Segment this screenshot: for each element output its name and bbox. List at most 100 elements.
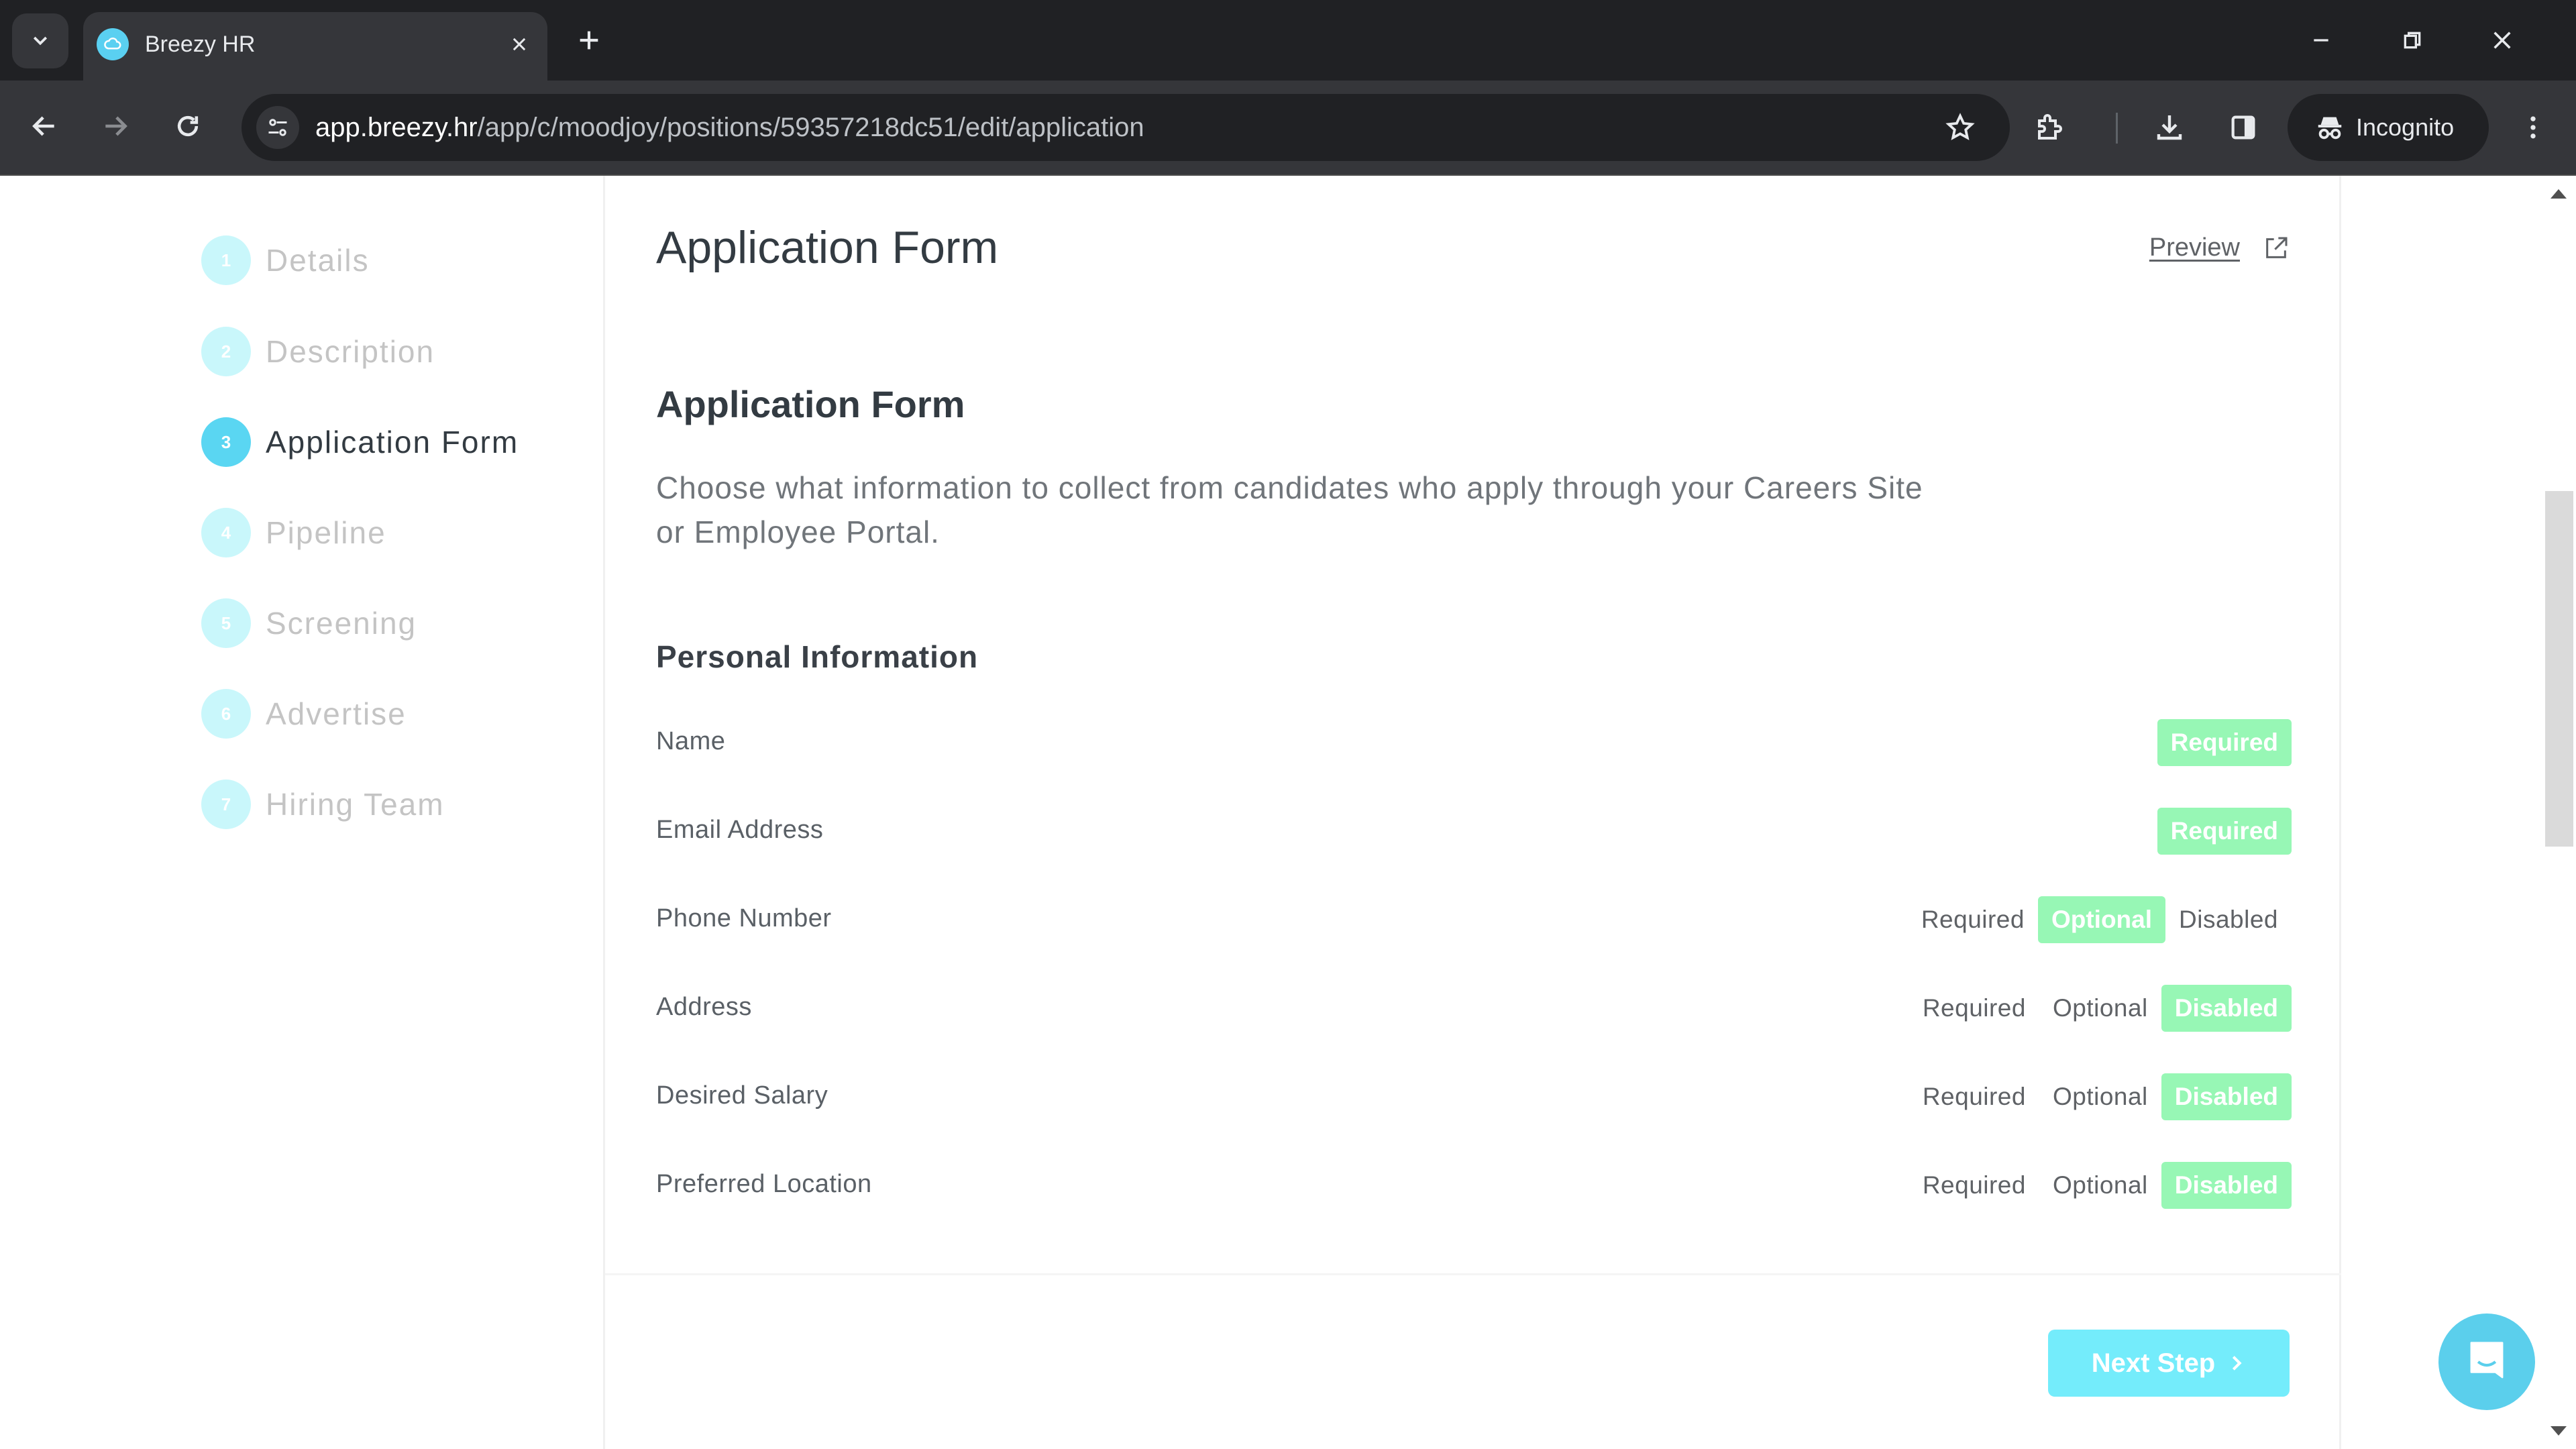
step-application-form[interactable]: 3 Application Form [201,415,519,469]
step-label: Pipeline [266,515,386,550]
incognito-icon [2318,117,2342,140]
url-host: app.breezy.hr [315,113,478,142]
option-disabled[interactable]: Disabled [2161,1162,2292,1209]
field-label: Desired Salary [656,1081,828,1110]
option-required[interactable]: Required [2157,808,2292,855]
option-optional[interactable]: Optional [2039,1162,2161,1209]
side-panel-button[interactable] [2218,102,2269,153]
option-optional[interactable]: Optional [2039,985,2161,1032]
option-disabled[interactable]: Disabled [2161,1073,2292,1120]
option-required[interactable]: Required [1909,985,2039,1032]
restore-icon [2404,32,2421,49]
chevron-right-icon [2233,1356,2242,1371]
step-label: Details [266,243,370,278]
step-description[interactable]: 2 Description [201,325,435,378]
chat-bubble-icon [2470,1342,2504,1379]
back-button[interactable] [17,99,71,153]
new-tab-button[interactable] [570,21,608,59]
option-optional[interactable]: Optional [2039,1073,2161,1120]
download-icon [2157,115,2182,140]
requirement-toggle: Required [2157,808,2292,855]
scroll-up-arrow[interactable] [2551,189,2567,199]
url-path: /app/c/moodjoy/positions/59357218dc51/ed… [477,113,1144,142]
step-number-badge: 7 [201,780,251,829]
step-advertise[interactable]: 6 Advertise [201,687,407,741]
plus-icon [580,31,598,50]
application-form-content: Application Form Preview Application For… [605,176,2341,1449]
step-label: Hiring Team [266,787,445,822]
incognito-indicator[interactable]: Incognito [2288,94,2489,161]
requirement-toggle: Required Optional Disabled [1908,896,2292,943]
step-number-badge: 5 [201,598,251,648]
site-info-button[interactable] [256,106,299,149]
step-label: Description [266,334,435,369]
arrow-left-icon [32,116,54,136]
requirement-toggle: Required Optional Disabled [1909,1073,2292,1120]
page-scrollbar[interactable] [2542,176,2576,1449]
close-icon [513,38,526,51]
step-number-badge: 6 [201,689,251,739]
step-details[interactable]: 1 Details [201,233,370,287]
field-row-name: Name Required [656,716,2292,770]
close-tab-button[interactable] [503,28,535,60]
tune-icon [268,119,287,136]
chat-widget-button[interactable] [2438,1313,2535,1410]
option-disabled[interactable]: Disabled [2161,985,2292,1032]
tab-title: Breezy HR [145,32,256,57]
preview-label: Preview [2149,233,2240,262]
field-row-address: Address Required Optional Disabled [656,982,2292,1036]
arrow-right-icon [105,116,127,136]
step-number-badge: 2 [201,327,251,376]
requirement-toggle: Required Optional Disabled [1909,1162,2292,1209]
address-bar[interactable]: app.breezy.hr/app/c/moodjoy/positions/59… [241,94,2010,161]
section-description: Choose what information to collect from … [656,470,1923,549]
bookmark-button[interactable] [1940,107,1980,148]
tab-search-button[interactable] [12,13,68,68]
step-number-badge: 1 [201,235,251,285]
restore-button[interactable] [2385,13,2439,67]
step-screening[interactable]: 5 Screening [201,596,417,650]
option-required[interactable]: Required [2157,719,2292,766]
option-optional[interactable]: Optional [2037,896,2166,943]
content-divider [605,1273,2341,1275]
breezy-cloud-icon [97,28,129,60]
scroll-down-arrow[interactable] [2551,1426,2567,1436]
option-required[interactable]: Required [1909,1162,2039,1209]
chevron-down-icon [33,36,48,46]
scrollbar-thumb[interactable] [2545,491,2573,847]
browser-menu-button[interactable] [2508,102,2559,153]
position-steps-sidebar: 1 Details 2 Description 3 Application Fo… [0,176,605,1449]
field-label: Name [656,727,726,755]
personal-information-title: Personal Information [656,639,979,674]
reload-button[interactable] [161,99,215,153]
minimize-button[interactable] [2294,13,2348,67]
field-label: Preferred Location [656,1170,872,1198]
page-title: Application Form [656,222,999,273]
close-icon [2493,32,2511,49]
step-label: Advertise [266,696,407,731]
option-required[interactable]: Required [1908,896,2038,943]
minimize-icon [2314,39,2328,42]
incognito-label: Incognito [2356,113,2455,141]
section-title: Application Form [656,383,965,425]
close-window-button[interactable] [2475,13,2529,67]
browser-tab[interactable]: Breezy HR [83,12,547,80]
next-step-label: Next Step [2091,1348,2216,1378]
puzzle-icon [2038,114,2062,140]
option-required[interactable]: Required [1909,1073,2039,1120]
step-hiring-team[interactable]: 7 Hiring Team [201,777,445,831]
option-disabled[interactable]: Disabled [2165,896,2292,943]
kebab-menu-icon [2530,116,2536,139]
step-pipeline[interactable]: 4 Pipeline [201,506,386,559]
step-label: Screening [266,606,417,641]
preview-link[interactable]: Preview [2149,233,2290,262]
next-step-button[interactable]: Next Step [2048,1330,2290,1397]
extensions-button[interactable] [2023,102,2074,153]
step-label: Application Form [266,425,519,460]
field-row-email: Email Address Required [656,805,2292,859]
forward-button[interactable] [89,99,142,153]
field-label: Address [656,993,752,1021]
step-number-badge: 3 [201,417,251,467]
url-text[interactable]: app.breezy.hr/app/c/moodjoy/positions/59… [315,110,1144,145]
downloads-button[interactable] [2144,102,2195,153]
